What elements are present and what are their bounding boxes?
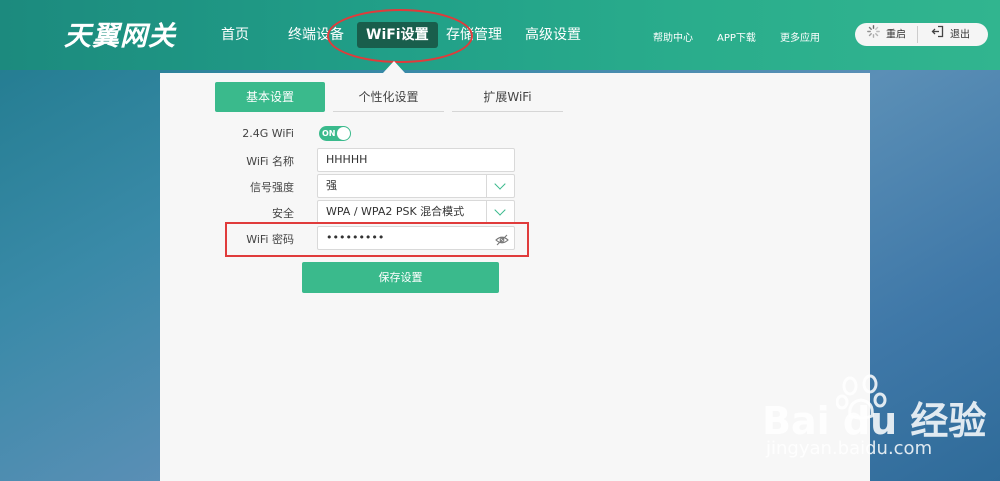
tab-basic-settings[interactable]: 基本设置 — [215, 82, 325, 112]
nav-item-advanced[interactable]: 高级设置 — [525, 22, 581, 48]
annotation-circle — [327, 9, 473, 63]
logout-icon — [931, 23, 944, 46]
security-label: 安全 — [272, 207, 294, 220]
session-controls: 重启 退出 — [855, 23, 988, 46]
signal-strength-select[interactable]: 强 — [317, 174, 515, 198]
security-select[interactable]: WPA / WPA2 PSK 混合模式 — [317, 200, 515, 224]
select-arrow-button[interactable] — [486, 201, 514, 223]
logout-button[interactable]: 退出 — [931, 23, 970, 46]
signal-strength-value: 强 — [326, 179, 337, 192]
tab-extend-wifi[interactable]: 扩展WiFi — [452, 82, 563, 112]
tab-label: 扩展WiFi — [483, 90, 532, 104]
tab-label: 个性化设置 — [358, 90, 419, 104]
ssid-label: WiFi 名称 — [246, 155, 294, 168]
signal-strength-label: 信号强度 — [250, 181, 294, 194]
wifi-24g-toggle[interactable]: ON — [319, 126, 351, 141]
spinner-icon — [867, 23, 880, 46]
brand-logo: 天翼网关 — [64, 21, 176, 52]
chevron-down-icon — [494, 178, 506, 190]
nav-item-home[interactable]: 首页 — [221, 22, 249, 48]
toggle-knob — [337, 127, 350, 140]
menu-pointer — [383, 61, 405, 73]
tab-underline — [333, 111, 444, 112]
restart-button[interactable]: 重启 — [867, 23, 906, 46]
help-center-link[interactable]: 帮助中心 — [653, 29, 693, 44]
logout-label: 退出 — [950, 29, 970, 41]
select-arrow-button[interactable] — [486, 175, 514, 197]
security-value: WPA / WPA2 PSK 混合模式 — [326, 205, 465, 218]
ssid-input[interactable]: HHHHH — [317, 148, 515, 172]
annotation-highlight-box — [225, 222, 529, 257]
divider — [917, 26, 918, 43]
watermark-url: jingyan.baidu.com — [766, 438, 933, 459]
chevron-down-icon — [494, 204, 506, 216]
toggle-text: ON — [322, 129, 336, 138]
tab-underline — [452, 111, 563, 112]
app-download-link[interactable]: APP下载 — [717, 29, 756, 44]
restart-label: 重启 — [886, 29, 906, 41]
wifi-24g-label: 2.4G WiFi — [242, 127, 294, 140]
tab-personalization[interactable]: 个性化设置 — [333, 82, 444, 112]
top-navigation-bar: 天翼网关 首页 终端设备 WiFi设置 存储管理 高级设置 帮助中心 APP下载… — [0, 0, 1000, 70]
watermark-brand: Bai du 经验 — [762, 399, 987, 443]
more-apps-link[interactable]: 更多应用 — [780, 29, 820, 44]
save-settings-button[interactable]: 保存设置 — [302, 262, 499, 293]
